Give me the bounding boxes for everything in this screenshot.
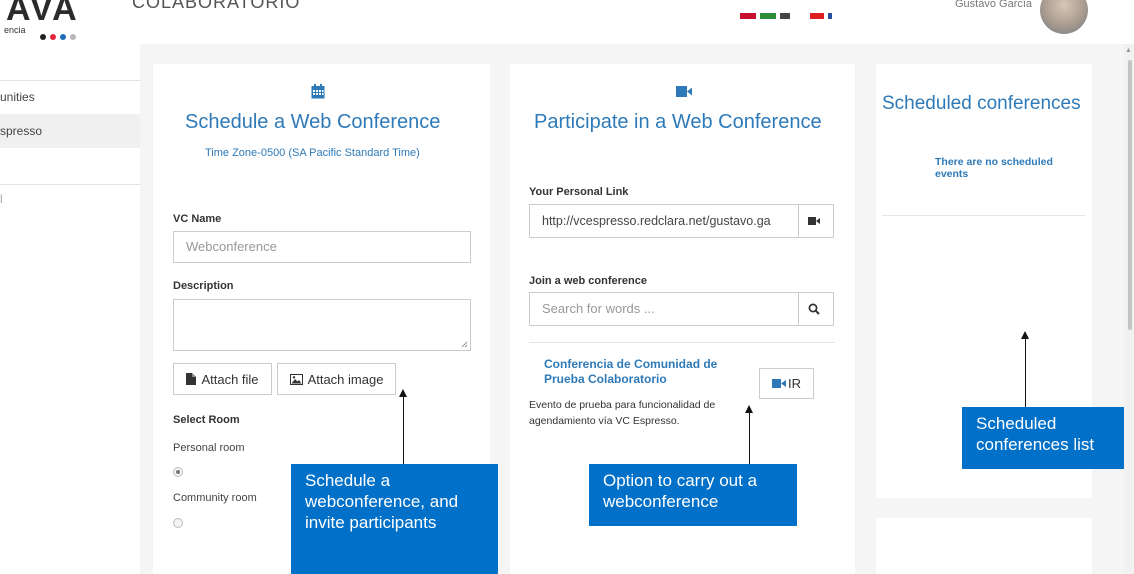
sidebar-item-label: spresso [0, 124, 43, 138]
callout-schedule: Schedule a webconference, and invite par… [291, 464, 498, 574]
attach-image-button[interactable]: Attach image [277, 363, 396, 395]
attach-file-button[interactable]: Attach file [173, 363, 272, 395]
vc-name-label: VC Name [173, 213, 222, 225]
conference-description: Evento de prueba para funcionalidad de a… [529, 399, 716, 427]
personal-room-label: Personal room [173, 442, 245, 454]
search-icon [808, 303, 820, 315]
callout-scheduled-list: Scheduled conferences list [962, 407, 1124, 469]
personal-link-input[interactable]: http://vcespresso.redclara.net/gustavo.g… [529, 204, 799, 238]
resize-handle-icon[interactable] [461, 341, 468, 348]
annotation-arrow-head [1021, 331, 1029, 339]
avatar[interactable] [1040, 0, 1088, 34]
vc-name-input[interactable]: Webconference [173, 231, 471, 263]
video-camera-icon [772, 379, 786, 388]
annotation-arrow-line [1025, 338, 1026, 407]
select-room-label: Select Room [173, 414, 240, 426]
scrollbar-thumb[interactable] [1128, 60, 1132, 330]
logo-dots [40, 27, 80, 44]
personal-link-label: Your Personal Link [529, 186, 629, 198]
video-camera-icon [807, 217, 820, 225]
join-conference-button[interactable]: IR [759, 368, 814, 399]
sidebar-item-label: unities [0, 90, 35, 104]
schedule-title: Schedule a Web Conference [185, 111, 441, 133]
sidebar-item-communities[interactable]: unities [0, 80, 140, 114]
attach-image-label: Attach image [307, 371, 384, 387]
video-camera-icon [676, 86, 692, 97]
callout-carry-out: Option to carry out a webconference [589, 464, 797, 526]
secondary-panel [876, 518, 1092, 574]
calendar-icon [311, 84, 325, 99]
scroll-up-arrow-icon[interactable]: ▲ [1125, 47, 1132, 54]
divider [882, 215, 1085, 216]
annotation-arrow-line [749, 412, 750, 464]
sidebar-item-label: l [0, 192, 3, 206]
community-room-radio[interactable] [173, 518, 183, 528]
user-name[interactable]: Gustavo García [955, 0, 1032, 10]
search-button[interactable] [798, 292, 834, 326]
language-flags[interactable] [740, 6, 836, 24]
join-conference-label: Join a web conference [529, 275, 647, 287]
no-events-message: There are no scheduled events [935, 156, 1053, 180]
image-icon [289, 373, 303, 385]
divider [529, 342, 835, 343]
start-personal-link-button[interactable] [798, 204, 834, 238]
search-input[interactable]: Search for words ... [529, 292, 799, 326]
conference-title[interactable]: Conferencia de Comunidad de Prueba Colab… [544, 357, 749, 387]
attach-file-label: Attach file [201, 371, 259, 387]
app-title: COLABORATORIO [132, 0, 301, 12]
description-textarea[interactable] [173, 299, 471, 351]
sidebar-item-vc-espresso[interactable]: spresso [0, 114, 140, 148]
join-button-label: IR [788, 376, 801, 391]
timezone-label: Time Zone-0500 (SA Pacific Standard Time… [205, 147, 420, 159]
file-icon [186, 373, 197, 385]
description-label: Description [173, 280, 234, 292]
participate-title: Participate in a Web Conference [534, 111, 822, 133]
top-bar: AVA encia COLABORATORIO Gustavo García [0, 0, 1134, 44]
sidebar-item-other[interactable]: l [0, 182, 140, 216]
annotation-arrow-line [403, 396, 404, 464]
annotation-arrow-head [399, 389, 407, 397]
sidebar: unities spresso l [0, 44, 140, 574]
personal-room-radio[interactable] [173, 467, 183, 477]
annotation-arrow-head [745, 405, 753, 413]
logo-subtext: encia [4, 25, 26, 35]
community-room-label: Community room [173, 492, 257, 504]
scheduled-title: Scheduled conferences [882, 93, 1081, 114]
